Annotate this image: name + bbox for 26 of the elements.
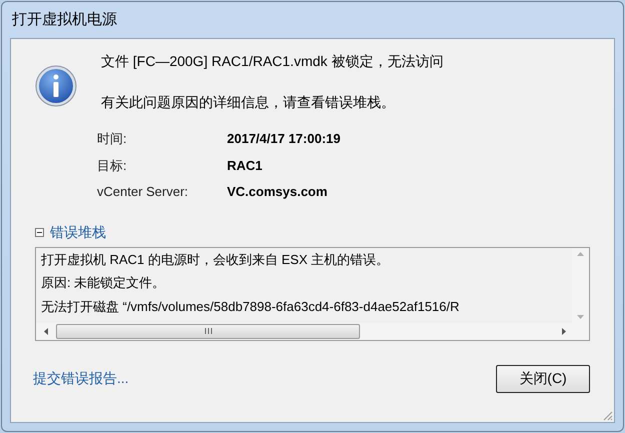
scroll-left-icon: [44, 328, 48, 334]
grip-icon: [204, 328, 212, 334]
info-icon: [35, 65, 77, 107]
horizontal-scrollbar[interactable]: [36, 322, 589, 340]
close-button[interactable]: 关闭(C): [496, 364, 590, 392]
detail-value: VC.comsys.com: [227, 183, 328, 201]
error-detail: 有关此问题原因的详细信息，请查看错误堆栈。: [101, 93, 396, 112]
detail-value: 2017/4/17 17:00:19: [227, 130, 342, 148]
window-title: 打开虚拟机电源: [12, 10, 117, 30]
error-headline: 文件 [FC—200G] RAC1/RAC1.vmdk 被锁定，无法访问: [101, 52, 444, 71]
resize-grip-icon: [601, 409, 613, 421]
detail-label: 时间:: [97, 130, 128, 148]
scroll-up-icon: [577, 252, 584, 256]
error-stack-line: 原因: 未能锁定文件。: [41, 274, 166, 292]
report-link[interactable]: 提交错误报告...: [33, 368, 129, 389]
scroll-right-icon: [562, 328, 566, 334]
scroll-down-icon: [577, 314, 584, 318]
vertical-scrollbar[interactable]: [572, 248, 589, 322]
detail-value: RAC1: [227, 156, 264, 174]
error-stack-line: 无法打开磁盘 “/vmfs/volumes/58db7898-6fa63cd4-6f83-d4ae52af1516/R: [41, 298, 460, 316]
scroll-thumb[interactable]: [56, 324, 360, 338]
detail-label: 目标:: [97, 156, 128, 174]
error-stack-title: 错误堆栈: [50, 222, 106, 242]
error-stack-line: 打开虚拟机 RAC1 的电源时，会收到来自 ESX 主机的错误。: [41, 250, 390, 268]
detail-label: vCenter Server:: [97, 183, 190, 201]
collapse-icon[interactable]: [35, 228, 44, 236]
